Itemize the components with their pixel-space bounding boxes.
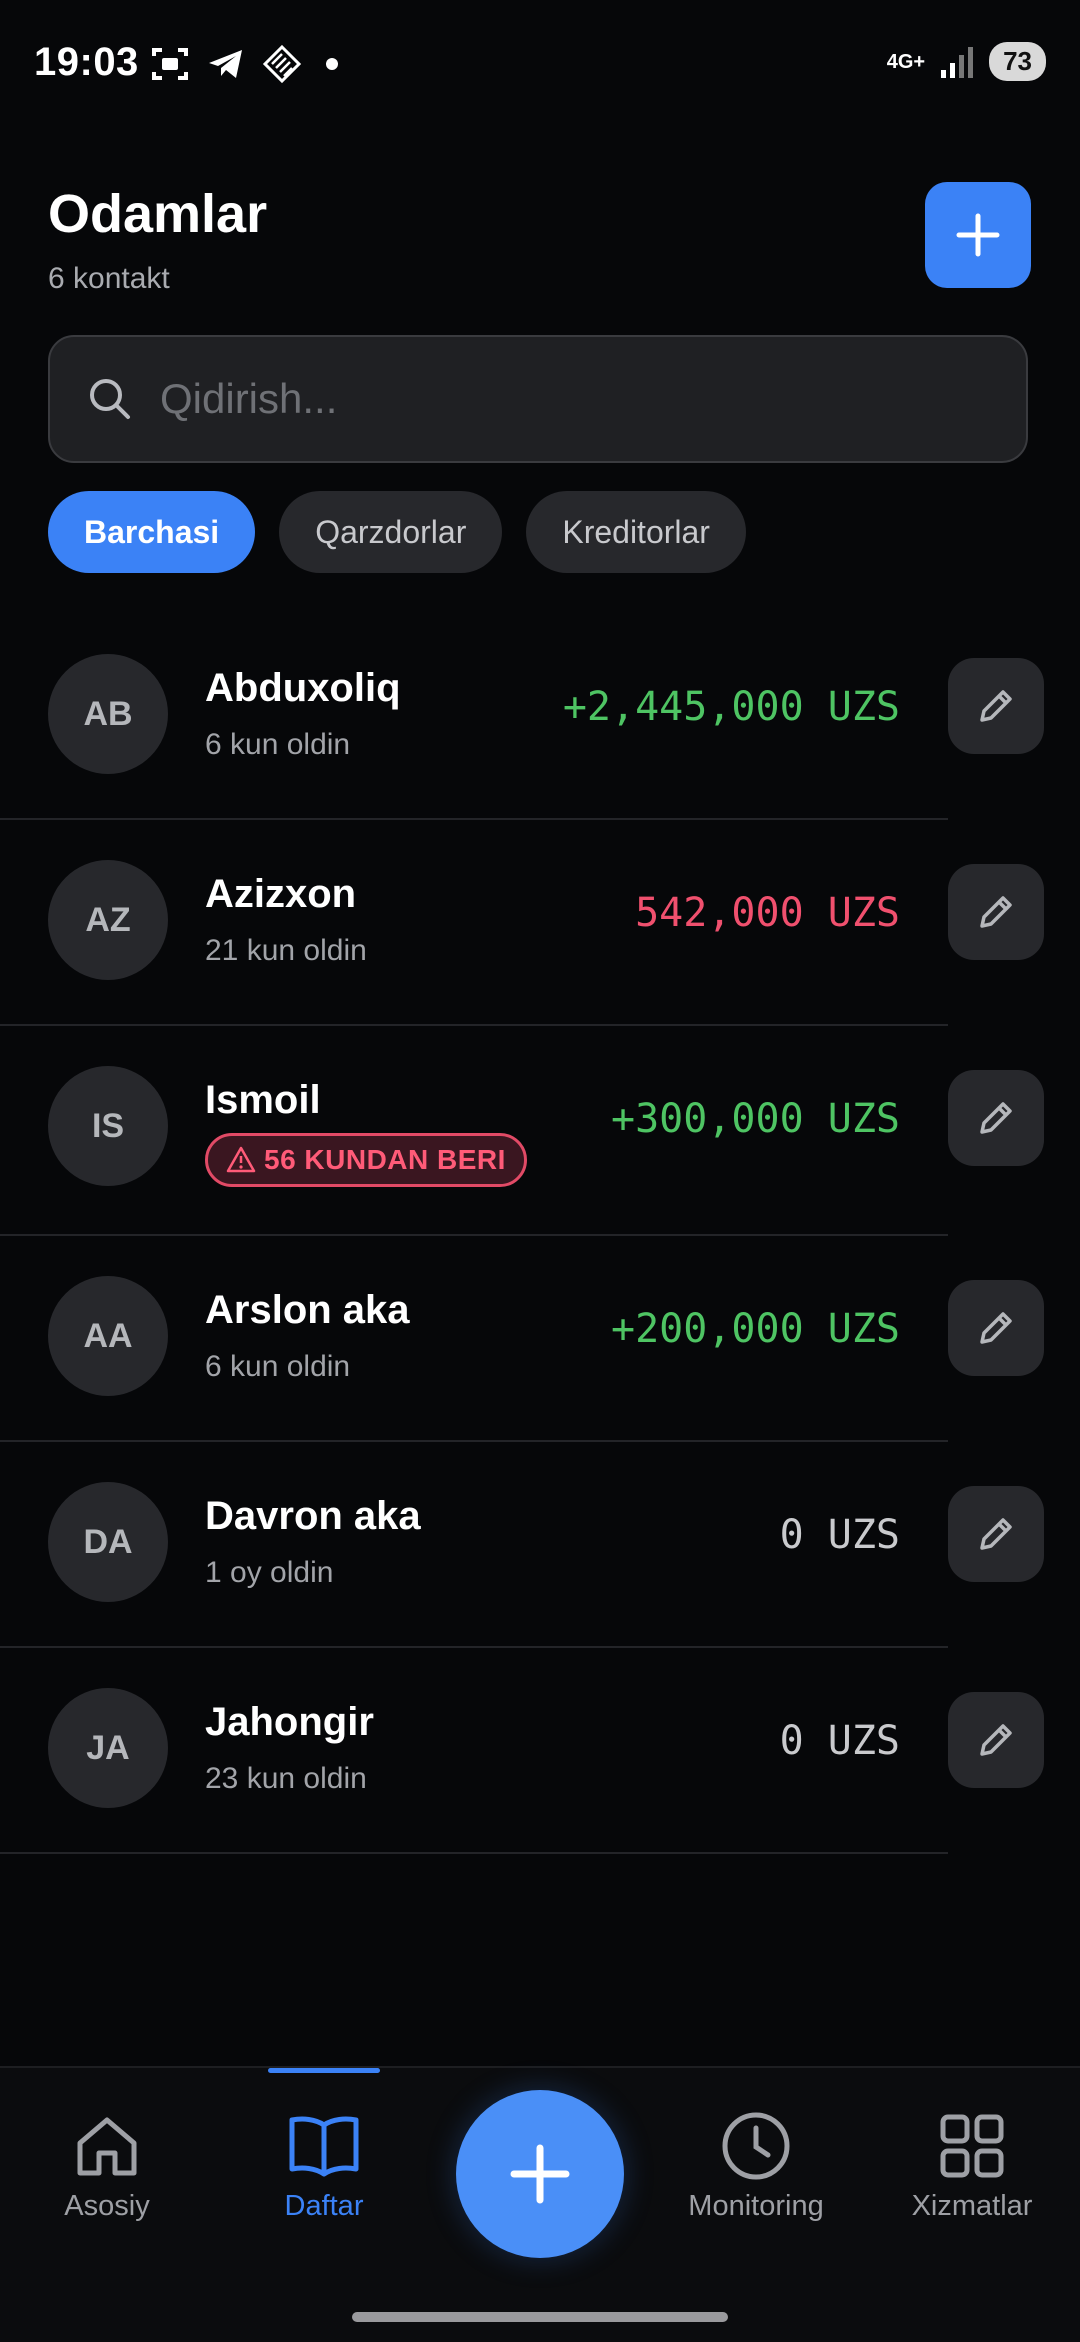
plus-icon <box>956 213 1000 257</box>
pencil-icon <box>980 1312 1012 1344</box>
page-title: Odamlar <box>48 184 268 244</box>
status-notification-icons <box>150 44 338 84</box>
edit-button[interactable] <box>948 864 1044 960</box>
avatar: AA <box>48 1276 168 1396</box>
nav-home[interactable]: Asosiy <box>7 2108 207 2223</box>
contact-name: Davron aka <box>205 1494 421 1538</box>
search-icon <box>90 379 130 419</box>
pencil-icon <box>980 1518 1012 1550</box>
battery-indicator: 73 <box>989 42 1046 81</box>
signal-icon <box>941 46 974 78</box>
pencil-icon <box>980 896 1012 928</box>
filter-all[interactable]: Barchasi <box>48 491 256 573</box>
list-item[interactable]: AA Arslon aka 6 kun oldin +200,000 UZS <box>0 1236 1080 1442</box>
plus-icon <box>510 2144 570 2204</box>
contact-name: Jahongir <box>205 1700 374 1744</box>
overdue-text: 56 KUNDAN BERI <box>264 1144 506 1175</box>
screenshot-icon <box>152 48 188 80</box>
add-contact-button[interactable] <box>925 182 1031 288</box>
contact-balance: +2,445,000 UZS <box>562 684 900 730</box>
nav-services-label: Xizmatlar <box>911 2190 1033 2222</box>
contact-name: Ismoil <box>205 1078 321 1122</box>
nav-monitoring-label: Monitoring <box>688 2190 824 2222</box>
app-notification-icon <box>262 44 302 84</box>
contact-last-activity: 23 kun oldin <box>205 1762 367 1795</box>
notification-dot <box>326 58 338 70</box>
filter-chips: Barchasi Qarzdorlar Kreditorlar <box>48 491 746 573</box>
telegram-icon <box>209 50 242 78</box>
contact-balance: +200,000 UZS <box>611 1306 900 1352</box>
search-input[interactable]: Qidirish... <box>48 335 1028 463</box>
contact-last-activity: 21 kun oldin <box>205 934 367 967</box>
contact-name: Azizxon <box>205 872 357 916</box>
active-tab-indicator <box>268 2068 380 2073</box>
contact-balance: 0 UZS <box>779 1512 900 1558</box>
clock-icon <box>722 2112 790 2180</box>
pencil-icon <box>980 1724 1012 1756</box>
edit-button[interactable] <box>948 1070 1044 1166</box>
filter-debtors[interactable]: Qarzdorlar <box>279 491 503 573</box>
list-item[interactable]: JA Jahongir 23 kun oldin 0 UZS <box>0 1648 1080 1854</box>
avatar: DA <box>48 1482 168 1602</box>
avatar: AZ <box>48 860 168 980</box>
add-transaction-fab[interactable] <box>456 2090 624 2258</box>
edit-button[interactable] <box>948 1486 1044 1582</box>
nav-monitoring[interactable]: Monitoring <box>656 2108 856 2223</box>
contact-list: AB Abduxoliq 6 kun oldin +2,445,000 UZS … <box>0 614 1080 1854</box>
divider <box>0 1852 948 1854</box>
home-indicator <box>352 2312 728 2322</box>
contact-balance: 542,000 UZS <box>635 890 900 936</box>
grid-icon <box>940 2114 1004 2178</box>
edit-button[interactable] <box>948 1692 1044 1788</box>
avatar: IS <box>48 1066 168 1186</box>
network-type: 4G+ <box>886 50 926 73</box>
edit-button[interactable] <box>948 1280 1044 1376</box>
contact-name: Abduxoliq <box>205 666 401 710</box>
status-bar: 19:03 4G+ 73 <box>0 0 1080 130</box>
search-placeholder: Qidirish... <box>160 375 338 422</box>
filter-creditors[interactable]: Kreditorlar <box>526 491 746 573</box>
pencil-icon <box>980 690 1012 722</box>
contact-last-activity: 6 kun oldin <box>205 728 351 761</box>
list-item[interactable]: AB Abduxoliq 6 kun oldin +2,445,000 UZS <box>0 614 1080 820</box>
list-item[interactable]: AZ Azizxon 21 kun oldin 542,000 UZS <box>0 820 1080 1026</box>
nav-daftar-label: Daftar <box>284 2190 364 2222</box>
nav-services[interactable]: Xizmatlar <box>872 2108 1072 2223</box>
contact-name: Arslon aka <box>205 1288 410 1332</box>
contact-count: 6 kontakt <box>48 262 170 295</box>
nav-home-label: Asosiy <box>64 2190 150 2222</box>
avatar: AB <box>48 654 168 774</box>
edit-button[interactable] <box>948 658 1044 754</box>
contact-balance: +300,000 UZS <box>611 1096 900 1142</box>
pencil-icon <box>980 1102 1012 1134</box>
book-icon <box>289 2116 359 2177</box>
contact-last-activity: 6 kun oldin <box>205 1350 351 1383</box>
warning-icon <box>226 1146 256 1173</box>
list-item[interactable]: DA Davron aka 1 oy oldin 0 UZS <box>0 1442 1080 1648</box>
home-icon <box>77 2117 137 2176</box>
contact-last-activity: 1 oy oldin <box>205 1556 334 1589</box>
overdue-badge: 56 KUNDAN BERI <box>205 1133 527 1187</box>
contact-balance: 0 UZS <box>779 1718 900 1764</box>
nav-daftar[interactable]: Daftar <box>224 2108 424 2223</box>
list-item[interactable]: IS Ismoil 56 KUNDAN BERI +300,000 UZS <box>0 1026 1080 1236</box>
avatar: JA <box>48 1688 168 1808</box>
status-time: 19:03 <box>34 40 139 84</box>
